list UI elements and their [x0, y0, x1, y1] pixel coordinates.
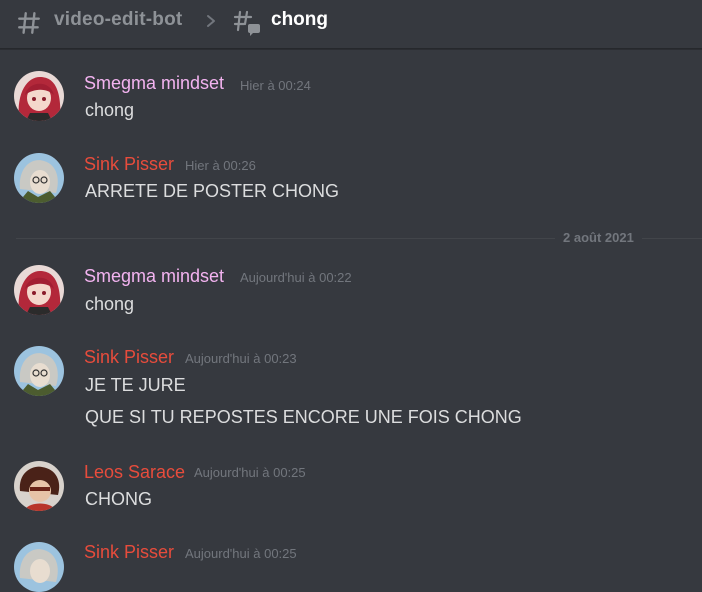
message-content: chong: [85, 294, 135, 314]
thread-icon: [233, 10, 260, 36]
message-list: Smegma mindset Hier à 00:24 chong Sink P…: [0, 49, 702, 592]
message-content: chong: [85, 100, 135, 120]
message-timestamp: Aujourd'hui à 00:22: [240, 270, 352, 285]
message-timestamp: Hier à 00:26: [185, 158, 256, 173]
channel-header: video-edit-bot chong: [0, 0, 702, 49]
message-timestamp: Aujourd'hui à 00:23: [185, 351, 297, 366]
message-author[interactable]: Sink Pisser: [84, 542, 174, 563]
message-content: JE TE JURE: [85, 375, 186, 395]
message-timestamp: Aujourd'hui à 00:25: [185, 546, 297, 561]
date-divider-label: 2 août 2021: [555, 230, 642, 245]
avatar[interactable]: [14, 153, 64, 203]
breadcrumb-parent-channel[interactable]: video-edit-bot: [54, 9, 182, 31]
avatar[interactable]: [14, 71, 64, 121]
breadcrumb-current-thread: chong: [271, 9, 328, 30]
message-content: QUE SI TU REPOSTES ENCORE UNE FOIS CHONG: [85, 407, 522, 427]
message-timestamp: Hier à 00:24: [240, 78, 311, 93]
message-author[interactable]: Sink Pisser: [84, 347, 174, 368]
avatar[interactable]: [14, 542, 64, 592]
message-author[interactable]: Leos Sarace: [84, 462, 185, 483]
message-timestamp: Aujourd'hui à 00:25: [194, 465, 306, 480]
avatar[interactable]: [14, 346, 64, 396]
message-author[interactable]: Smegma mindset: [84, 266, 224, 287]
message-content: ARRETE DE POSTER CHONG: [85, 181, 340, 201]
hash-icon: [18, 12, 40, 34]
message-content: CHONG: [85, 489, 152, 509]
avatar[interactable]: [14, 461, 64, 511]
chevron-right-icon: [207, 15, 215, 27]
message-author[interactable]: Sink Pisser: [84, 154, 174, 175]
message-author[interactable]: Smegma mindset: [84, 73, 224, 94]
avatar[interactable]: [14, 265, 64, 315]
